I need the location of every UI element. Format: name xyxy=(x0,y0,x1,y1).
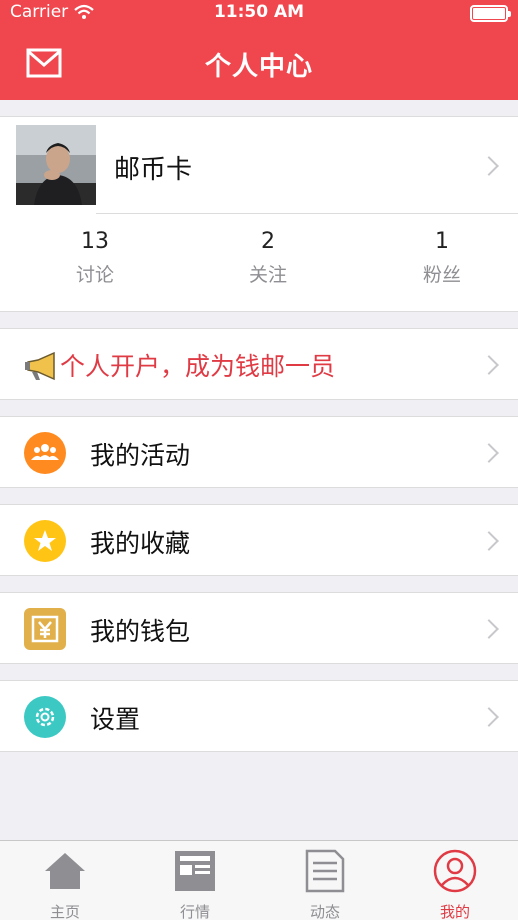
stat-value: 1 xyxy=(435,229,449,254)
wallet-icon xyxy=(24,608,66,650)
tab-home[interactable]: 主页 xyxy=(15,841,115,920)
chevron-right-icon xyxy=(479,531,499,551)
menu-item-label: 我的钱包 xyxy=(90,617,191,646)
chevron-right-icon xyxy=(479,443,499,463)
tab-mine[interactable]: 我的 xyxy=(405,841,505,920)
menu-item-label: 我的收藏 xyxy=(90,529,191,558)
menu-item-wallet[interactable]: 我的钱包 xyxy=(0,592,518,664)
stat-discussions[interactable]: 13 讨论 xyxy=(35,229,155,287)
home-icon xyxy=(45,853,85,889)
tab-feed[interactable]: 动态 xyxy=(275,841,375,920)
people-icon xyxy=(24,432,66,474)
status-bar: Carrier 11:50 AM xyxy=(0,0,518,26)
gear-icon xyxy=(24,696,66,738)
profile-header-row[interactable]: 邮币卡 xyxy=(0,117,518,213)
profile-card: 邮币卡 13 讨论 2 关注 1 粉丝 xyxy=(0,116,518,312)
stat-following[interactable]: 2 关注 xyxy=(208,229,328,287)
user-icon xyxy=(433,849,477,893)
avatar xyxy=(16,125,96,205)
star-icon xyxy=(24,520,66,562)
chevron-right-icon xyxy=(479,619,499,639)
market-icon xyxy=(175,851,215,891)
menu-item-settings[interactable]: 设置 xyxy=(0,680,518,752)
tab-market[interactable]: 行情 xyxy=(145,841,245,920)
page-title: 个人中心 xyxy=(204,52,313,82)
tab-bar: 主页 行情 动态 我的 xyxy=(0,840,518,920)
stat-label: 粉丝 xyxy=(422,264,461,286)
stat-value: 13 xyxy=(81,229,109,254)
profile-name: 邮币卡 xyxy=(114,155,193,185)
tab-label: 主页 xyxy=(49,903,80,920)
open-account-banner[interactable]: 个人开户，成为钱邮一员 xyxy=(0,328,518,400)
stat-value: 2 xyxy=(261,229,275,254)
chevron-right-icon xyxy=(479,355,499,375)
stat-label: 讨论 xyxy=(75,264,114,286)
megaphone-icon xyxy=(25,351,55,381)
tab-label: 行情 xyxy=(179,903,210,920)
battery-icon xyxy=(470,5,511,22)
promo-text: 个人开户，成为钱邮一员 xyxy=(60,352,336,381)
menu-item-favorites[interactable]: 我的收藏 xyxy=(0,504,518,576)
status-time: 11:50 AM xyxy=(213,2,305,22)
feed-icon xyxy=(305,849,345,893)
tab-label: 我的 xyxy=(439,903,470,920)
nav-bar: 个人中心 xyxy=(0,26,518,100)
menu-item-label: 设置 xyxy=(90,705,141,734)
chevron-right-icon xyxy=(479,156,499,176)
chevron-right-icon xyxy=(479,707,499,727)
divider xyxy=(96,213,518,214)
stat-followers[interactable]: 1 粉丝 xyxy=(382,229,502,287)
tab-label: 动态 xyxy=(309,903,340,920)
stat-label: 关注 xyxy=(248,264,287,286)
menu-item-activities[interactable]: 我的活动 xyxy=(0,416,518,488)
profile-stats: 13 讨论 2 关注 1 粉丝 xyxy=(0,229,518,299)
menu-item-label: 我的活动 xyxy=(90,441,191,470)
top-bar: Carrier 11:50 AM 个人中心 xyxy=(0,0,518,100)
